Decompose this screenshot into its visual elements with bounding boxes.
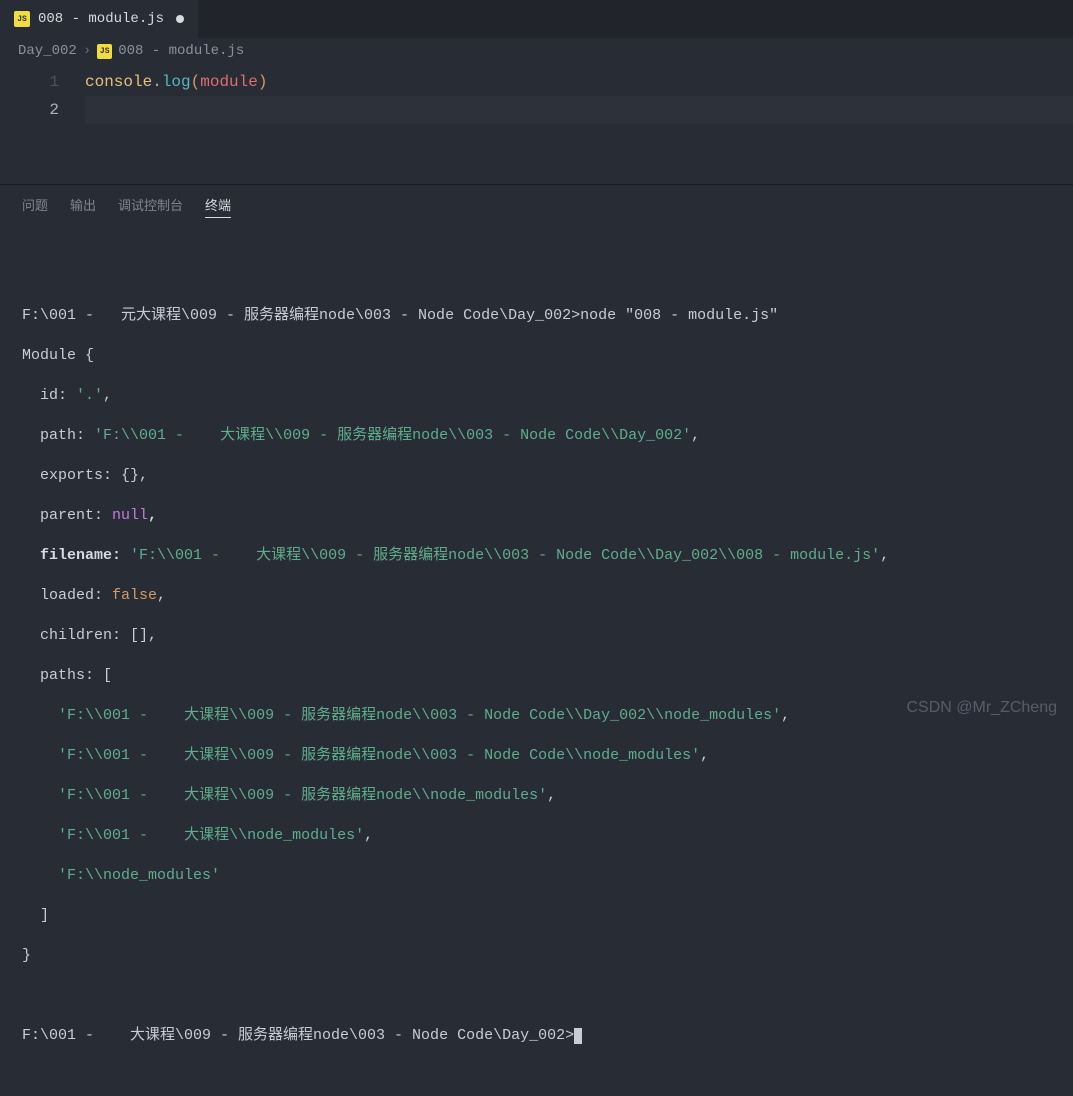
- terminal-line: [22, 986, 1051, 1006]
- terminal-line: F:\001 - xx元大课程\009 - 服务器编程node\003 - No…: [22, 306, 1051, 326]
- editor-tab[interactable]: JS 008 - module.js: [0, 0, 198, 38]
- chevron-right-icon: ›: [83, 43, 91, 59]
- terminal-line: 'F:\\001 - xxx大课程\\009 - 服务器编程node\\003 …: [22, 746, 1051, 766]
- terminal-output[interactable]: F:\001 - xx元大课程\009 - 服务器编程node\003 - No…: [0, 226, 1073, 1096]
- tab-output[interactable]: 输出: [70, 195, 96, 218]
- breadcrumb-folder[interactable]: Day_002: [18, 43, 77, 59]
- terminal-line: children: [],: [22, 626, 1051, 646]
- tab-terminal[interactable]: 终端: [205, 195, 231, 218]
- terminal-line: 'F:\\001 - xxx大课程\\node_modules',: [22, 826, 1051, 846]
- cursor-icon: [574, 1028, 582, 1044]
- line-number: 1: [0, 68, 59, 96]
- line-gutter: 1 2: [0, 68, 85, 184]
- js-file-icon: JS: [97, 44, 112, 59]
- terminal-line: filename: 'F:\\001 - xxx大课程\\009 - 服务器编程…: [22, 546, 1051, 566]
- terminal-line: ]: [22, 906, 1051, 926]
- terminal-line: 'F:\\node_modules': [22, 866, 1051, 886]
- terminal-line: exports: {},: [22, 466, 1051, 486]
- terminal-line: F:\001 - xxx大课程\009 - 服务器编程node\003 - No…: [22, 1026, 1051, 1046]
- terminal-line: 'F:\\001 - xxx大课程\\009 - 服务器编程node\\node…: [22, 786, 1051, 806]
- tab-problems[interactable]: 问题: [22, 195, 48, 218]
- terminal-line: id: '.',: [22, 386, 1051, 406]
- breadcrumb-file[interactable]: 008 - module.js: [118, 43, 244, 59]
- panel-tabs: 问题 输出 调试控制台 终端: [0, 185, 1073, 226]
- code-line: console.log(module): [85, 68, 1073, 96]
- watermark: CSDN @Mr_ZCheng: [907, 699, 1058, 717]
- terminal-line: parent: null,: [22, 506, 1051, 526]
- tab-title: 008 - module.js: [38, 11, 164, 27]
- terminal-line: 'F:\\001 - xxx大课程\\009 - 服务器编程node\\003 …: [22, 706, 1051, 726]
- terminal-line: loaded: false,: [22, 586, 1051, 606]
- tab-debug[interactable]: 调试控制台: [118, 195, 183, 218]
- js-file-icon: JS: [14, 11, 30, 27]
- dirty-indicator-icon: [176, 15, 184, 23]
- editor-area[interactable]: 1 2 console.log(module): [0, 64, 1073, 184]
- tab-bar: JS 008 - module.js: [0, 0, 1073, 38]
- breadcrumb: Day_002 › JS 008 - module.js: [0, 38, 1073, 64]
- terminal-line: paths: [: [22, 666, 1051, 686]
- terminal-line: Module {: [22, 346, 1051, 366]
- terminal-line: [22, 266, 1051, 286]
- terminal-line: path: 'F:\\001 - xxx大课程\\009 - 服务器编程node…: [22, 426, 1051, 446]
- line-number: 2: [0, 96, 59, 124]
- bottom-panel: 问题 输出 调试控制台 终端 F:\001 - xx元大课程\009 - 服务器…: [0, 184, 1073, 1096]
- terminal-line: }: [22, 946, 1051, 966]
- code-line: [85, 96, 1073, 124]
- code-content[interactable]: console.log(module): [85, 68, 1073, 184]
